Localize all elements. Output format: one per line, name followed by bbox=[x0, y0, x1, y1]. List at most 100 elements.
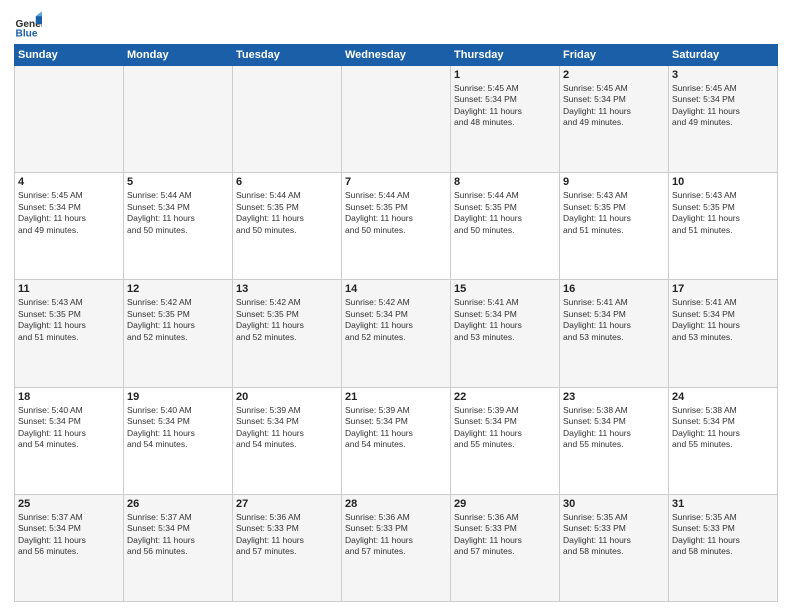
logo-icon: General Blue bbox=[14, 10, 42, 38]
cell-content-line: Daylight: 11 hours bbox=[454, 320, 556, 331]
cell-content-line: Sunrise: 5:41 AM bbox=[454, 297, 556, 308]
cell-content-line: and 50 minutes. bbox=[345, 225, 447, 236]
cell-content-line: Daylight: 11 hours bbox=[345, 213, 447, 224]
day-number: 6 bbox=[236, 176, 338, 188]
cell-content-line: Sunset: 5:34 PM bbox=[127, 523, 229, 534]
cell-content-line: and 57 minutes. bbox=[454, 546, 556, 557]
day-number: 11 bbox=[18, 283, 120, 295]
calendar-cell: 8Sunrise: 5:44 AMSunset: 5:35 PMDaylight… bbox=[451, 173, 560, 280]
day-number: 2 bbox=[563, 69, 665, 81]
cell-content-line: Sunset: 5:35 PM bbox=[454, 202, 556, 213]
calendar-cell: 24Sunrise: 5:38 AMSunset: 5:34 PMDayligh… bbox=[669, 387, 778, 494]
cell-content-line: Sunrise: 5:39 AM bbox=[454, 405, 556, 416]
calendar-week-row: 1Sunrise: 5:45 AMSunset: 5:34 PMDaylight… bbox=[15, 66, 778, 173]
day-number: 3 bbox=[672, 69, 774, 81]
cell-content-line: Sunrise: 5:39 AM bbox=[236, 405, 338, 416]
cell-content-line: Sunrise: 5:35 AM bbox=[563, 512, 665, 523]
day-number: 8 bbox=[454, 176, 556, 188]
calendar-day-header: Wednesday bbox=[342, 45, 451, 66]
cell-content-line: Sunset: 5:34 PM bbox=[563, 416, 665, 427]
cell-content-line: Sunset: 5:34 PM bbox=[236, 416, 338, 427]
day-number: 28 bbox=[345, 498, 447, 510]
cell-content-line: Sunrise: 5:45 AM bbox=[563, 83, 665, 94]
cell-content-line: Daylight: 11 hours bbox=[236, 428, 338, 439]
cell-content-line: Sunrise: 5:39 AM bbox=[345, 405, 447, 416]
day-number: 13 bbox=[236, 283, 338, 295]
cell-content-line: Sunset: 5:35 PM bbox=[563, 202, 665, 213]
day-number: 15 bbox=[454, 283, 556, 295]
calendar-week-row: 11Sunrise: 5:43 AMSunset: 5:35 PMDayligh… bbox=[15, 280, 778, 387]
cell-content-line: and 57 minutes. bbox=[345, 546, 447, 557]
cell-content-line: Sunrise: 5:38 AM bbox=[563, 405, 665, 416]
logo: General Blue bbox=[14, 10, 46, 38]
cell-content-line: Daylight: 11 hours bbox=[563, 535, 665, 546]
cell-content-line: Sunrise: 5:43 AM bbox=[563, 190, 665, 201]
calendar-day-header: Friday bbox=[560, 45, 669, 66]
cell-content-line: Daylight: 11 hours bbox=[18, 535, 120, 546]
cell-content-line: Sunset: 5:35 PM bbox=[672, 202, 774, 213]
cell-content-line: Daylight: 11 hours bbox=[236, 213, 338, 224]
calendar-cell: 29Sunrise: 5:36 AMSunset: 5:33 PMDayligh… bbox=[451, 494, 560, 601]
day-number: 4 bbox=[18, 176, 120, 188]
cell-content-line: Sunset: 5:34 PM bbox=[672, 416, 774, 427]
calendar-cell: 28Sunrise: 5:36 AMSunset: 5:33 PMDayligh… bbox=[342, 494, 451, 601]
cell-content-line: Daylight: 11 hours bbox=[672, 213, 774, 224]
cell-content-line: Daylight: 11 hours bbox=[18, 428, 120, 439]
cell-content-line: Sunset: 5:33 PM bbox=[672, 523, 774, 534]
calendar-cell: 13Sunrise: 5:42 AMSunset: 5:35 PMDayligh… bbox=[233, 280, 342, 387]
day-number: 20 bbox=[236, 391, 338, 403]
cell-content-line: Daylight: 11 hours bbox=[236, 535, 338, 546]
calendar-header-row: SundayMondayTuesdayWednesdayThursdayFrid… bbox=[15, 45, 778, 66]
calendar-cell: 9Sunrise: 5:43 AMSunset: 5:35 PMDaylight… bbox=[560, 173, 669, 280]
cell-content-line: Sunrise: 5:38 AM bbox=[672, 405, 774, 416]
cell-content-line: Daylight: 11 hours bbox=[236, 320, 338, 331]
calendar-cell: 15Sunrise: 5:41 AMSunset: 5:34 PMDayligh… bbox=[451, 280, 560, 387]
calendar-cell: 26Sunrise: 5:37 AMSunset: 5:34 PMDayligh… bbox=[124, 494, 233, 601]
cell-content-line: Daylight: 11 hours bbox=[345, 320, 447, 331]
cell-content-line: and 54 minutes. bbox=[236, 439, 338, 450]
calendar-cell: 14Sunrise: 5:42 AMSunset: 5:34 PMDayligh… bbox=[342, 280, 451, 387]
calendar-cell: 10Sunrise: 5:43 AMSunset: 5:35 PMDayligh… bbox=[669, 173, 778, 280]
cell-content-line: Daylight: 11 hours bbox=[563, 428, 665, 439]
cell-content-line: Sunrise: 5:41 AM bbox=[563, 297, 665, 308]
cell-content-line: Sunset: 5:34 PM bbox=[563, 309, 665, 320]
cell-content-line: Daylight: 11 hours bbox=[127, 428, 229, 439]
day-number: 25 bbox=[18, 498, 120, 510]
calendar-table: SundayMondayTuesdayWednesdayThursdayFrid… bbox=[14, 44, 778, 602]
cell-content-line: Daylight: 11 hours bbox=[454, 428, 556, 439]
cell-content-line: Sunrise: 5:41 AM bbox=[672, 297, 774, 308]
cell-content-line: Sunrise: 5:42 AM bbox=[236, 297, 338, 308]
cell-content-line: and 50 minutes. bbox=[127, 225, 229, 236]
cell-content-line: and 55 minutes. bbox=[672, 439, 774, 450]
cell-content-line: Sunrise: 5:35 AM bbox=[672, 512, 774, 523]
calendar-cell: 31Sunrise: 5:35 AMSunset: 5:33 PMDayligh… bbox=[669, 494, 778, 601]
cell-content-line: Sunrise: 5:44 AM bbox=[345, 190, 447, 201]
cell-content-line: Sunset: 5:34 PM bbox=[18, 523, 120, 534]
cell-content-line: and 55 minutes. bbox=[563, 439, 665, 450]
day-number: 5 bbox=[127, 176, 229, 188]
cell-content-line: Daylight: 11 hours bbox=[563, 213, 665, 224]
calendar-cell bbox=[233, 66, 342, 173]
cell-content-line: Sunrise: 5:43 AM bbox=[18, 297, 120, 308]
day-number: 29 bbox=[454, 498, 556, 510]
cell-content-line: Sunset: 5:34 PM bbox=[563, 94, 665, 105]
calendar-cell: 12Sunrise: 5:42 AMSunset: 5:35 PMDayligh… bbox=[124, 280, 233, 387]
day-number: 22 bbox=[454, 391, 556, 403]
calendar-cell: 7Sunrise: 5:44 AMSunset: 5:35 PMDaylight… bbox=[342, 173, 451, 280]
calendar-cell: 6Sunrise: 5:44 AMSunset: 5:35 PMDaylight… bbox=[233, 173, 342, 280]
cell-content-line: Sunrise: 5:45 AM bbox=[18, 190, 120, 201]
cell-content-line: and 51 minutes. bbox=[563, 225, 665, 236]
calendar-cell: 27Sunrise: 5:36 AMSunset: 5:33 PMDayligh… bbox=[233, 494, 342, 601]
cell-content-line: and 50 minutes. bbox=[454, 225, 556, 236]
calendar-cell bbox=[124, 66, 233, 173]
cell-content-line: Sunset: 5:34 PM bbox=[127, 202, 229, 213]
cell-content-line: Daylight: 11 hours bbox=[345, 428, 447, 439]
cell-content-line: Sunset: 5:34 PM bbox=[18, 416, 120, 427]
cell-content-line: Sunset: 5:34 PM bbox=[127, 416, 229, 427]
cell-content-line: Daylight: 11 hours bbox=[672, 535, 774, 546]
cell-content-line: Sunrise: 5:44 AM bbox=[127, 190, 229, 201]
cell-content-line: Daylight: 11 hours bbox=[672, 320, 774, 331]
cell-content-line: Sunrise: 5:45 AM bbox=[672, 83, 774, 94]
cell-content-line: and 49 minutes. bbox=[18, 225, 120, 236]
cell-content-line: Daylight: 11 hours bbox=[18, 213, 120, 224]
